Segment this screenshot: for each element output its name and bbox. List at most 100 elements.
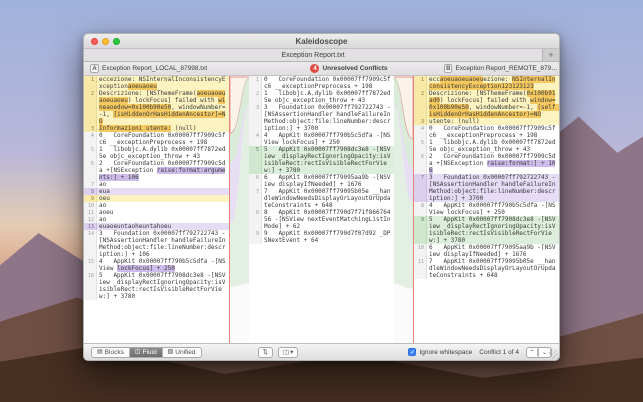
line-number: 8	[84, 188, 97, 195]
ignore-whitespace-toggle[interactable]: ✓ Ignore whitespace	[408, 348, 472, 356]
diff-line[interactable]: 33 Foundation 0x00007ff792722743 -[NSAss…	[249, 104, 394, 132]
diff-line[interactable]: 66 AppKit 0x00007ff79095aa9b -[NSView di…	[249, 174, 394, 188]
diff-line[interactable]: 106 AppKit 0x00007ff79095aa9b -[NSView d…	[414, 244, 559, 258]
diff-line[interactable]: 10ao	[84, 202, 229, 209]
line-number: 1	[84, 76, 97, 90]
pane-remote[interactable]: 1eccaoeuaoeuaoeuezione: NSInternalIncons…	[414, 76, 559, 343]
line-text: Descrizione: [NSThemeFrame(0x100b91ad0) …	[427, 90, 559, 118]
diff-line[interactable]: 55 AppKit 0x00007ff7908dc3e8 -[NSView _d…	[249, 146, 394, 174]
toolbar-popups: ⇅ ◫ ▾	[258, 347, 299, 358]
view-mode-unified-label: Unified	[175, 349, 195, 356]
line-number: 7	[84, 181, 97, 188]
diff-line[interactable]: 11aoeu	[84, 209, 229, 216]
line-text: 0 CoreFoundation 0x00007ff7909c5fc6 __ex…	[262, 76, 394, 90]
jump-popup-button[interactable]: ⇅	[258, 347, 273, 358]
line-number: 6	[84, 160, 97, 181]
sort-arrows-icon: ⇅	[263, 348, 268, 356]
line-number: 3	[249, 104, 262, 132]
diff-line[interactable]: 51 libobjc.A.dylib 0x00007ff7872ed5e obj…	[84, 146, 229, 160]
line-text: aoeu	[97, 209, 229, 216]
pane-local[interactable]: 1eccezione: NSInternalInconsistencyExcep…	[84, 76, 229, 343]
diff-line[interactable]: 117 AppKit 0x00007ff79095b05e __handleWi…	[414, 258, 559, 279]
line-text: ao	[97, 181, 229, 188]
line-number: 7	[414, 174, 427, 202]
line-number: 2	[414, 90, 427, 118]
tab-label: Exception Report.txt	[281, 52, 344, 59]
line-text: 6 AppKit 0x00007ff79095aa9b -[NSView dis…	[427, 244, 559, 258]
diff-line[interactable]: 1eccezione: NSInternalInconsistencyExcep…	[84, 76, 229, 90]
diff-line[interactable]: 44 AppKit 0x00007ff790b5c5dfa -[NSView l…	[249, 132, 394, 146]
line-text: 9 AppKit 0x00007ff790d7f07d92 _DPSNextEv…	[262, 230, 394, 244]
diff-line[interactable]: 95 AppKit 0x00007ff7908dc3e8 -[NSView _d…	[414, 216, 559, 244]
traffic-lights	[91, 38, 120, 45]
diff-content: 1eccezione: NSInternalInconsistencyExcep…	[84, 76, 559, 343]
diff-line[interactable]: 10 CoreFoundation 0x00007ff7909c5fc6 __e…	[249, 76, 394, 90]
diff-line[interactable]: 2Descrizione: [NSThemeFrame(aoeuaoeuaoeu…	[84, 90, 229, 125]
line-number: 9	[249, 230, 262, 244]
close-button[interactable]	[91, 38, 98, 45]
connector-right-svg	[394, 76, 413, 343]
blocks-icon: ▤	[97, 349, 103, 355]
previous-conflict-button[interactable]: ⌃	[527, 348, 539, 357]
toolbar-right-group: ✓ Ignore whitespace Conflict 1 of 4 ⌃ ⌄	[408, 347, 552, 358]
desktop: Kaleidoscope Exception Report.txt + A Ex…	[0, 0, 643, 402]
kaleidoscope-window: Kaleidoscope Exception Report.txt + A Ex…	[83, 33, 560, 361]
diff-line[interactable]: 13euaoeuntaoheuntahoeu	[84, 223, 229, 230]
line-number: 15	[84, 258, 97, 272]
diff-line[interactable]: 21 libobjc.A.dylib 0x00007ff7872ed5e obj…	[249, 90, 394, 104]
diff-line[interactable]: 73 Foundation 0x00007ff792722743 -[NSAss…	[414, 174, 559, 202]
line-text: 5 AppKit 0x00007ff7908dc3e8 -[NSView _di…	[262, 146, 394, 174]
diff-line[interactable]: 9oeu	[84, 195, 229, 202]
diff-line[interactable]: 3utente: (null)	[414, 118, 559, 125]
diff-line[interactable]: 40 CoreFoundation 0x00007ff7909c5fc6 __e…	[414, 125, 559, 139]
diff-line[interactable]: 143 Foundation 0x00007ff792722743 -[NSAs…	[84, 230, 229, 258]
diff-line[interactable]: 99 AppKit 0x00007ff790d7f07d92 _DPSNextE…	[249, 230, 394, 244]
diff-line[interactable]: 7ao	[84, 181, 229, 188]
tab-exception-report[interactable]: Exception Report.txt	[84, 49, 543, 61]
view-mode-blocks[interactable]: ▤ Blocks	[92, 348, 130, 357]
resize-grip-icon[interactable]	[549, 350, 558, 359]
diff-line[interactable]: 40 CoreFoundation 0x00007ff7909c5fc6 __e…	[84, 132, 229, 146]
file-b-name: Exception Report_REMOTE_87998.txt	[455, 65, 559, 72]
chevron-up-icon: ⌃	[527, 349, 538, 356]
zoom-button[interactable]	[113, 38, 120, 45]
view-mode-unified[interactable]: ▨ Unified	[163, 348, 201, 357]
view-mode-fluid[interactable]: ◫ Fluid	[130, 348, 163, 357]
line-number: 2	[249, 90, 262, 104]
diff-line[interactable]: 12ao	[84, 216, 229, 223]
diff-line[interactable]: 154 AppKit 0x00007ff790b5c5dfa -[NSView …	[84, 258, 229, 272]
line-text: 5 AppKit 0x00007ff7908dc3e8 -[NSView _di…	[97, 272, 229, 300]
diff-line[interactable]: 62 CoreFoundation 0x00007ff7909c5da +[NS…	[84, 160, 229, 181]
minimize-button[interactable]	[102, 38, 109, 45]
titlebar[interactable]: Kaleidoscope	[84, 34, 559, 49]
diff-line[interactable]: 77 AppKit 0x00007ff79095b05e __handleWin…	[249, 188, 394, 209]
connector-left-svg	[230, 76, 249, 343]
line-number: 10	[84, 202, 97, 209]
line-number: 13	[84, 223, 97, 230]
line-number: 4	[249, 132, 262, 146]
conflict-summary: 4 Unresolved Conflicts	[254, 64, 444, 73]
diff-line[interactable]: 51 libobjc.A.dylib 0x00007ff7872ed5e obj…	[414, 139, 559, 153]
pane-merged[interactable]: 10 CoreFoundation 0x00007ff7909c5fc6 __e…	[249, 76, 394, 343]
line-text: eccaoeuaoeuaoeuezione: NSInternalInconsi…	[427, 76, 559, 90]
file-a-selector[interactable]: A Exception Report_LOCAL_87998.txt	[84, 64, 254, 73]
layout-popup-button[interactable]: ◫ ▾	[278, 347, 298, 358]
diff-line[interactable]: 165 AppKit 0x00007ff7908dc3e8 -[NSView _…	[84, 272, 229, 300]
plus-icon: +	[548, 50, 553, 60]
line-text: 1 libobjc.A.dylib 0x00007ff7872ed5e objc…	[262, 90, 394, 104]
diff-line[interactable]: 1eccaoeuaoeuaoeuezione: NSInternalIncons…	[414, 76, 559, 90]
diff-line[interactable]: 8eua	[84, 188, 229, 195]
line-number: 5	[249, 146, 262, 174]
diff-line[interactable]: 84 AppKit 0x00007ff790b5c5dfa -[NSView l…	[414, 202, 559, 216]
diff-line[interactable]: 2Descrizione: [NSThemeFrame(0x100b91ad0)…	[414, 90, 559, 118]
line-number: 3	[414, 118, 427, 125]
line-number: 6	[249, 174, 262, 188]
view-mode-segmented: ▤ Blocks ◫ Fluid ▨ Unified	[91, 347, 202, 358]
line-text: 3 Foundation 0x00007ff792722743 -[NSAsse…	[262, 104, 394, 132]
popup-caret-icon: ▾	[290, 348, 293, 356]
file-b-selector[interactable]: B Exception Report_REMOTE_87998.txt	[444, 64, 559, 73]
diff-line[interactable]: 88 AppKit 0x00007ff790d7f71f86676456 -[N…	[249, 209, 394, 230]
diff-line[interactable]: 3Informazioni utente: (null)	[84, 125, 229, 132]
diff-line[interactable]: 62 CoreFoundation 0x00007ff7909c5da +[NS…	[414, 153, 559, 174]
add-tab-button[interactable]: +	[543, 49, 559, 61]
